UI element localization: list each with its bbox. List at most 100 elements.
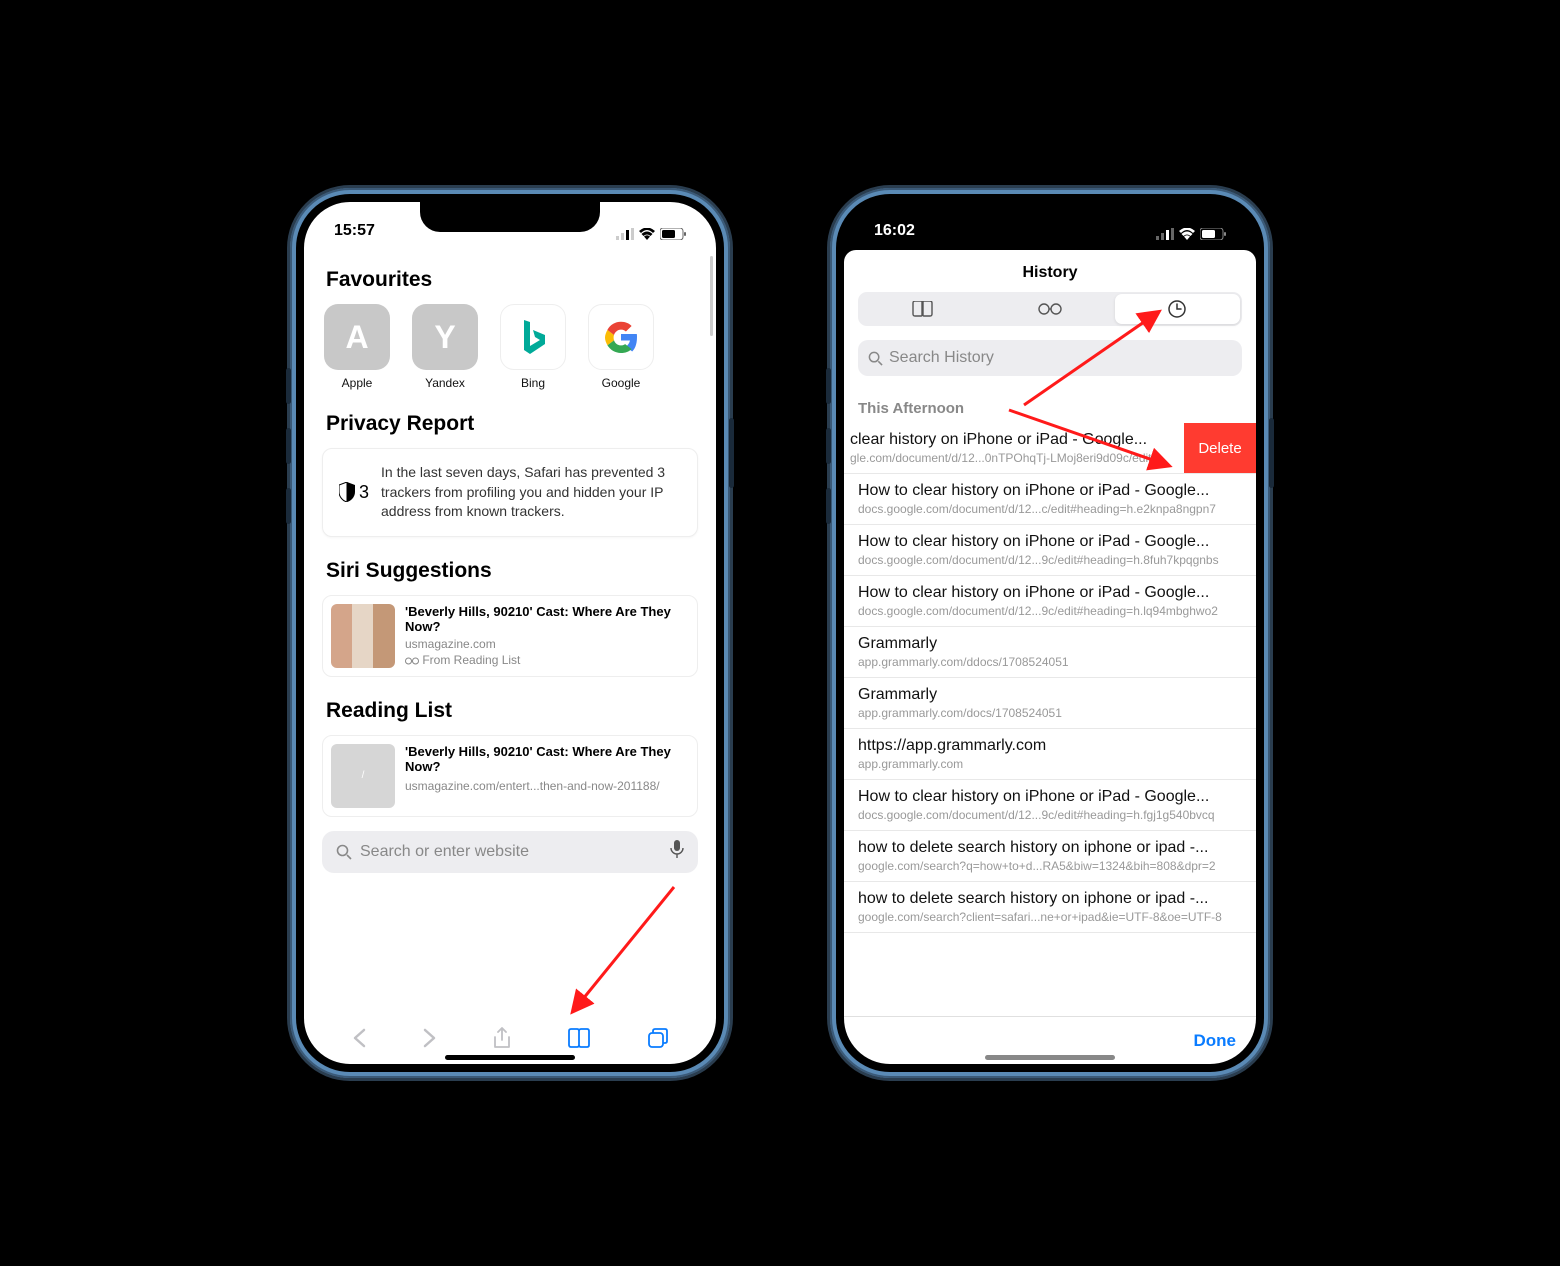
history-modal: History Search History This Afternoon cl… [844,250,1256,1064]
history-row-title: https://app.grammarly.com [858,737,1242,755]
notch [960,202,1140,232]
back-button[interactable] [352,1028,366,1053]
address-bar[interactable]: Search or enter website [322,831,698,873]
share-button[interactable] [493,1027,511,1054]
history-row-url: docs.google.com/document/d/12...c/edit#h… [858,502,1242,516]
privacy-title: Privacy Report [326,412,698,436]
home-indicator[interactable] [985,1055,1115,1060]
seg-history[interactable] [1115,294,1240,324]
status-time: 15:57 [334,222,375,240]
cellular-icon [616,228,634,240]
history-row-title: How to clear history on iPhone or iPad -… [858,533,1242,551]
done-button[interactable]: Done [1194,1031,1237,1051]
history-row[interactable]: How to clear history on iPhone or iPad -… [844,576,1256,627]
history-search-placeholder: Search History [889,349,994,367]
history-row-title: How to clear history on iPhone or iPad -… [858,788,1242,806]
history-row-swiped[interactable]: clear history on iPhone or iPad - Google… [844,423,1256,474]
favourites-row: A Apple Y Yandex Bing Goog [322,304,698,390]
history-row-url: docs.google.com/document/d/12...9c/edit#… [858,553,1242,567]
history-row-url: google.com/search?q=how+to+d...RA5&biw=1… [858,859,1242,873]
history-row[interactable]: How to clear history on iPhone or iPad -… [844,780,1256,831]
suggestion-thumbnail [331,604,395,668]
suggestion-title: 'Beverly Hills, 90210' Cast: Where Are T… [405,604,689,635]
privacy-text: In the last seven days, Safari has preve… [381,463,681,522]
favourite-tile [588,304,654,370]
favourite-label: Bing [521,376,545,390]
glasses-icon [405,657,419,665]
history-row-url: docs.google.com/document/d/12...9c/edit#… [858,808,1242,822]
history-row[interactable]: Grammarly app.grammarly.com/ddocs/1708524… [844,627,1256,678]
history-row-title: Grammarly [858,686,1242,704]
history-row-url: app.grammarly.com/ddocs/1708524051 [858,655,1242,669]
bing-icon [518,317,548,357]
wifi-icon [639,228,655,240]
history-row-url: docs.google.com/document/d/12...9c/edit#… [858,604,1242,618]
battery-icon [1200,228,1226,240]
history-row-url: app.grammarly.com [858,757,1242,771]
shield-icon: 3 [339,482,369,503]
delete-button[interactable]: Delete [1184,423,1256,473]
forward-button[interactable] [423,1028,437,1053]
clock-icon [1168,300,1186,318]
phone-safari-history: 16:02 History Search History This Aftern… [830,188,1270,1078]
book-icon [912,301,934,317]
favourite-yandex[interactable]: Y Yandex [410,304,480,390]
siri-title: Siri Suggestions [326,559,698,583]
mic-icon[interactable] [670,840,684,863]
favourite-tile: A [324,304,390,370]
history-row[interactable]: how to delete search history on iphone o… [844,831,1256,882]
scrollbar[interactable] [710,256,713,336]
notch [420,202,600,232]
favourite-label: Google [602,376,641,390]
history-search[interactable]: Search History [858,340,1242,376]
glasses-icon [1038,303,1062,315]
favourite-bing[interactable]: Bing [498,304,568,390]
reading-list-card[interactable]: / 'Beverly Hills, 90210' Cast: Where Are… [322,735,698,817]
favourites-title: Favourites [326,268,698,292]
history-row-title: How to clear history on iPhone or iPad -… [858,482,1242,500]
cellular-icon [1156,228,1174,240]
search-icon [336,844,352,860]
history-row-title: How to clear history on iPhone or iPad -… [858,584,1242,602]
seg-reading-list[interactable] [987,294,1112,324]
wifi-icon [1179,228,1195,240]
home-indicator[interactable] [445,1055,575,1060]
bookmarks-segmented-control[interactable] [858,292,1242,326]
history-row[interactable]: how to delete search history on iphone o… [844,882,1256,933]
favourite-apple[interactable]: A Apple [322,304,392,390]
reading-item-url: usmagazine.com/entert...then-and-now-201… [405,779,689,793]
favourite-label: Apple [342,376,373,390]
history-row[interactable]: Grammarly app.grammarly.com/docs/17085240… [844,678,1256,729]
tabs-button[interactable] [648,1028,668,1053]
history-row[interactable]: https://app.grammarly.com app.grammarly.c… [844,729,1256,780]
status-time: 16:02 [874,222,915,240]
suggestion-from: From Reading List [405,653,689,667]
seg-bookmarks[interactable] [860,294,985,324]
history-row[interactable]: How to clear history on iPhone or iPad -… [844,474,1256,525]
google-icon [601,317,641,357]
privacy-card[interactable]: 3 In the last seven days, Safari has pre… [322,448,698,537]
search-icon [868,351,883,366]
history-row-title: clear history on iPhone or iPad - Google… [850,431,1182,449]
favourite-google[interactable]: Google [586,304,656,390]
reading-list-title: Reading List [326,699,698,723]
history-row[interactable]: How to clear history on iPhone or iPad -… [844,525,1256,576]
history-row-title: how to delete search history on iphone o… [858,839,1242,857]
history-row-url: google.com/search?client=safari...ne+or+… [858,910,1242,924]
favourite-tile: Y [412,304,478,370]
favourite-label: Yandex [425,376,465,390]
favourite-tile [500,304,566,370]
history-row-url: gle.com/document/d/12...0nTPOhqTj-LMoj8e… [850,451,1182,465]
history-title: History [844,250,1256,292]
reading-item-title: 'Beverly Hills, 90210' Cast: Where Are T… [405,744,689,775]
siri-suggestion-card[interactable]: 'Beverly Hills, 90210' Cast: Where Are T… [322,595,698,677]
status-icons [616,228,686,240]
history-row-url: app.grammarly.com/docs/1708524051 [858,706,1242,720]
suggestion-source: usmagazine.com [405,637,689,651]
reading-thumbnail: / [331,744,395,808]
history-list[interactable]: clear history on iPhone or iPad - Google… [844,423,1256,1016]
bookmarks-button[interactable] [567,1028,591,1053]
search-placeholder: Search or enter website [360,843,529,861]
history-row-title: Grammarly [858,635,1242,653]
phone-safari-home: 15:57 Favourites A Apple Y Yandex [290,188,730,1078]
